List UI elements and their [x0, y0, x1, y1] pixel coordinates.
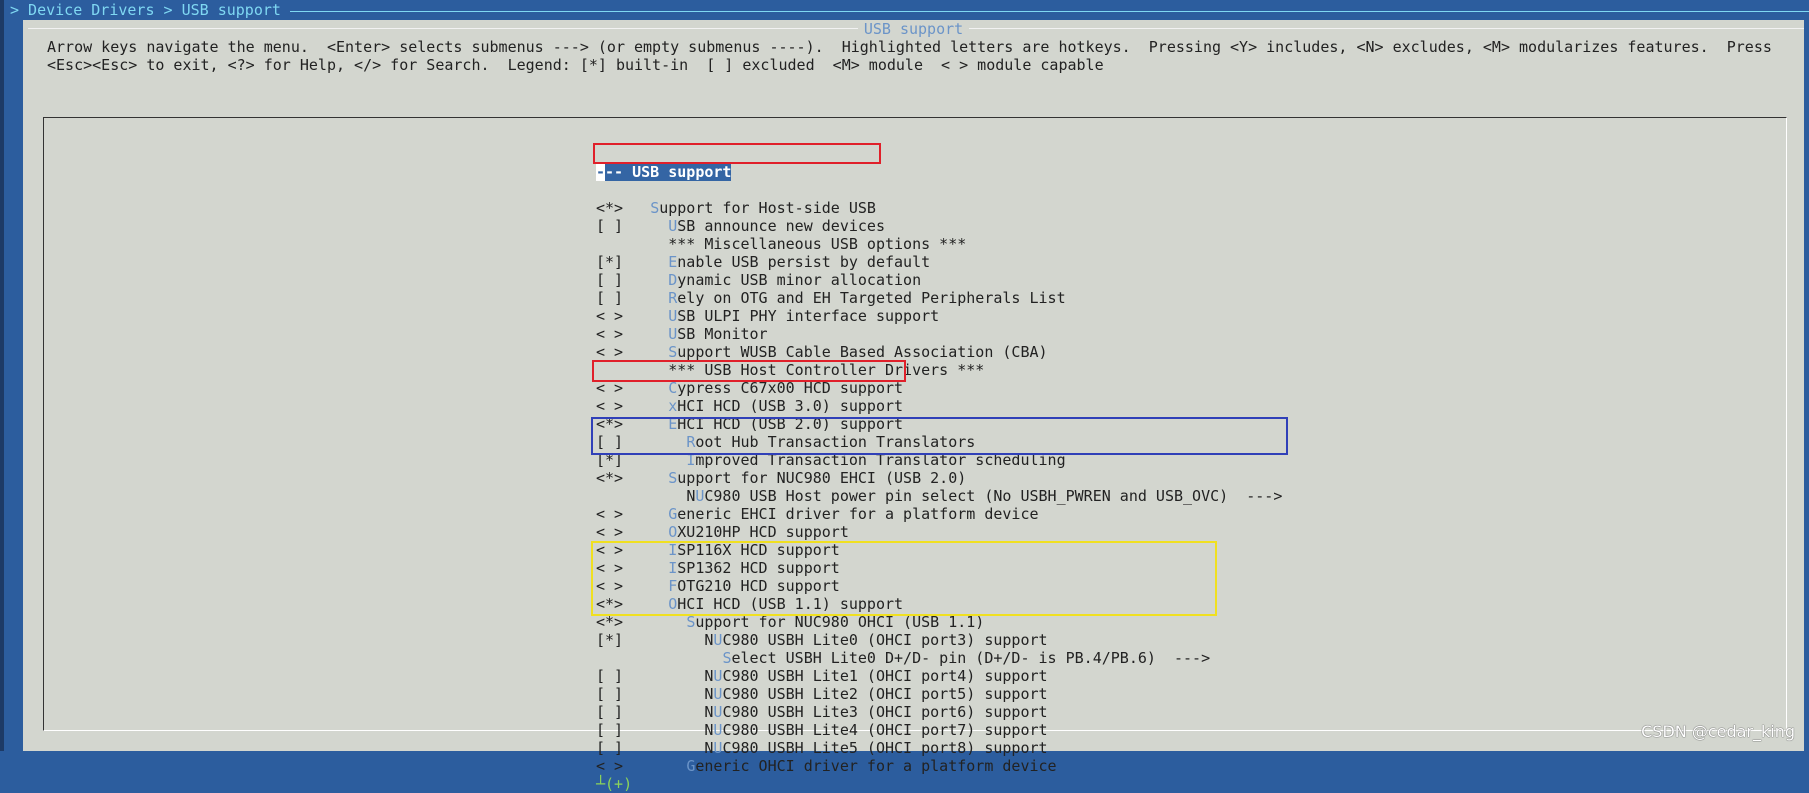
- menu-item[interactable]: NUC980 USB Host power pin select (No USB…: [596, 487, 1282, 505]
- help-text-line-2: <Esc><Esc> to exit, <?> for Help, </> fo…: [47, 56, 1104, 74]
- menu-item[interactable]: [ ] NUC980 USBH Lite2 (OHCI port5) suppo…: [596, 685, 1282, 703]
- item-label: elect USBH Lite0 D+/D- pin (D+/D- is PB.…: [731, 649, 1211, 667]
- item-state[interactable]: < >: [596, 397, 668, 415]
- item-label: HCI HCD (USB 3.0) support: [677, 397, 904, 415]
- item-state[interactable]: [*]: [596, 631, 704, 649]
- item-state[interactable]: [ ]: [596, 721, 704, 739]
- item-state[interactable]: [*]: [596, 253, 668, 271]
- menu-item[interactable]: [*] Enable USB persist by default: [596, 253, 1282, 271]
- hotkey-letter: U: [668, 307, 678, 325]
- item-label: ynamic USB minor allocation: [677, 271, 922, 289]
- hotkey-letter: U: [668, 325, 678, 343]
- help-text-line-1: Arrow keys navigate the menu. <Enter> se…: [47, 38, 1772, 56]
- menu-header-text: -- USB support: [605, 163, 732, 181]
- hotkey-letter: S: [668, 469, 678, 487]
- item-label: C980 USB Host power pin select (No USBH_…: [704, 487, 1283, 505]
- more-items-indicator: ┴(+): [596, 775, 633, 793]
- hotkey-letter: O: [668, 523, 678, 541]
- blue-annotation-box-nuc980-ehci: [591, 417, 1288, 455]
- item-label: nable USB persist by default: [677, 253, 931, 271]
- red-annotation-box-host-usb: [593, 143, 881, 164]
- menu-item[interactable]: [ ] NUC980 USBH Lite3 (OHCI port6) suppo…: [596, 703, 1282, 721]
- item-label: C980 USBH Lite3 (OHCI port6) support: [722, 703, 1048, 721]
- item-label: eneric EHCI driver for a platform device: [677, 505, 1039, 523]
- yellow-annotation-box-ohci: [591, 541, 1217, 616]
- menu-item[interactable]: < > USB ULPI PHY interface support: [596, 307, 1282, 325]
- item-label: eneric OHCI driver for a platform device: [695, 757, 1057, 775]
- red-annotation-box-ehci: [592, 360, 906, 382]
- item-state[interactable]: [ ]: [596, 739, 704, 757]
- item-state[interactable]: [ ]: [596, 667, 704, 685]
- menu-item[interactable]: [ ] USB announce new devices: [596, 217, 1282, 235]
- item-label: ely on OTG and EH Targeted Peripherals L…: [677, 289, 1066, 307]
- menu-item[interactable]: < > Generic OHCI driver for a platform d…: [596, 757, 1282, 775]
- item-state[interactable]: < >: [596, 757, 686, 775]
- hotkey-letter: E: [668, 253, 678, 271]
- menu-item[interactable]: [ ] Rely on OTG and EH Targeted Peripher…: [596, 289, 1282, 307]
- item-state[interactable]: < >: [596, 343, 668, 361]
- item-label: C980 USBH Lite1 (OHCI port4) support: [722, 667, 1048, 685]
- item-state[interactable]: [ ]: [596, 289, 668, 307]
- menu-item[interactable]: < > Generic EHCI driver for a platform d…: [596, 505, 1282, 523]
- hotkey-letter: D: [668, 271, 678, 289]
- dialog-title: USB support: [857, 20, 970, 38]
- item-state[interactable]: <*>: [596, 469, 668, 487]
- item-label: upport for Host-side USB: [659, 199, 876, 217]
- item-label: SB Monitor: [677, 325, 768, 343]
- menu-item[interactable]: <*> Support for NUC980 EHCI (USB 2.0): [596, 469, 1282, 487]
- item-state[interactable]: <*>: [596, 199, 650, 217]
- hotkey-letter: R: [668, 289, 678, 307]
- item-state[interactable]: [596, 487, 686, 505]
- menu-item[interactable]: [*] NUC980 USBH Lite0 (OHCI port3) suppo…: [596, 631, 1282, 649]
- window-edge: [0, 0, 4, 751]
- menu-item[interactable]: <*> Support for Host-side USB: [596, 199, 1282, 217]
- item-state[interactable]: [596, 649, 722, 667]
- item-state[interactable]: [ ]: [596, 271, 668, 289]
- item-label: *** Miscellaneous USB options ***: [668, 235, 967, 253]
- item-state[interactable]: [596, 235, 668, 253]
- item-label: C980 USBH Lite0 (OHCI port3) support: [722, 631, 1048, 649]
- item-state[interactable]: < >: [596, 325, 668, 343]
- hotkey-letter: G: [686, 757, 696, 775]
- item-state[interactable]: < >: [596, 505, 668, 523]
- hotkey-letter: G: [668, 505, 678, 523]
- menu-item[interactable]: < > USB Monitor: [596, 325, 1282, 343]
- item-label: upport for NUC980 EHCI (USB 2.0): [677, 469, 967, 487]
- menu-header[interactable]: --- USB support: [596, 163, 732, 181]
- item-label: C980 USBH Lite4 (OHCI port7) support: [722, 721, 1048, 739]
- item-label: N: [686, 487, 696, 505]
- item-label: C980 USBH Lite5 (OHCI port8) support: [722, 739, 1048, 757]
- menu-item[interactable]: [ ] NUC980 USBH Lite1 (OHCI port4) suppo…: [596, 667, 1282, 685]
- menu-item[interactable]: Select USBH Lite0 D+/D- pin (D+/D- is PB…: [596, 649, 1282, 667]
- dialog-title-wrap: USB support: [23, 20, 1804, 38]
- item-label: C980 USBH Lite2 (OHCI port5) support: [722, 685, 1048, 703]
- menu-item[interactable]: [ ] NUC980 USBH Lite5 (OHCI port8) suppo…: [596, 739, 1282, 757]
- menu-item[interactable]: *** Miscellaneous USB options ***: [596, 235, 1282, 253]
- menu-item[interactable]: [ ] Dynamic USB minor allocation: [596, 271, 1282, 289]
- item-label: upport WUSB Cable Based Association (CBA…: [677, 343, 1048, 361]
- item-label: XU210HP HCD support: [677, 523, 849, 541]
- hotkey-letter: S: [668, 343, 678, 361]
- menu-item[interactable]: < > Support WUSB Cable Based Association…: [596, 343, 1282, 361]
- item-state[interactable]: [ ]: [596, 703, 704, 721]
- item-label: SB ULPI PHY interface support: [677, 307, 940, 325]
- hotkey-letter: U: [668, 217, 678, 235]
- item-state[interactable]: < >: [596, 523, 668, 541]
- breadcrumb: > Device Drivers > USB support: [10, 1, 281, 19]
- item-label: SB announce new devices: [677, 217, 885, 235]
- menu-list[interactable]: --- USB support <*> Support for Host-sid…: [596, 127, 1282, 793]
- watermark: CSDN @cedar_king: [1641, 722, 1795, 741]
- breadcrumb-line: [290, 11, 1809, 12]
- menu-item[interactable]: < > OXU210HP HCD support: [596, 523, 1282, 541]
- hotkey-letter: x: [668, 397, 678, 415]
- item-state[interactable]: < >: [596, 307, 668, 325]
- menu-header-row[interactable]: --- USB support: [596, 163, 1282, 181]
- menu-item[interactable]: [ ] NUC980 USBH Lite4 (OHCI port7) suppo…: [596, 721, 1282, 739]
- item-state[interactable]: [ ]: [596, 685, 704, 703]
- menu-item[interactable]: < > xHCI HCD (USB 3.0) support: [596, 397, 1282, 415]
- hotkey-letter: S: [650, 199, 660, 217]
- item-state[interactable]: [ ]: [596, 217, 668, 235]
